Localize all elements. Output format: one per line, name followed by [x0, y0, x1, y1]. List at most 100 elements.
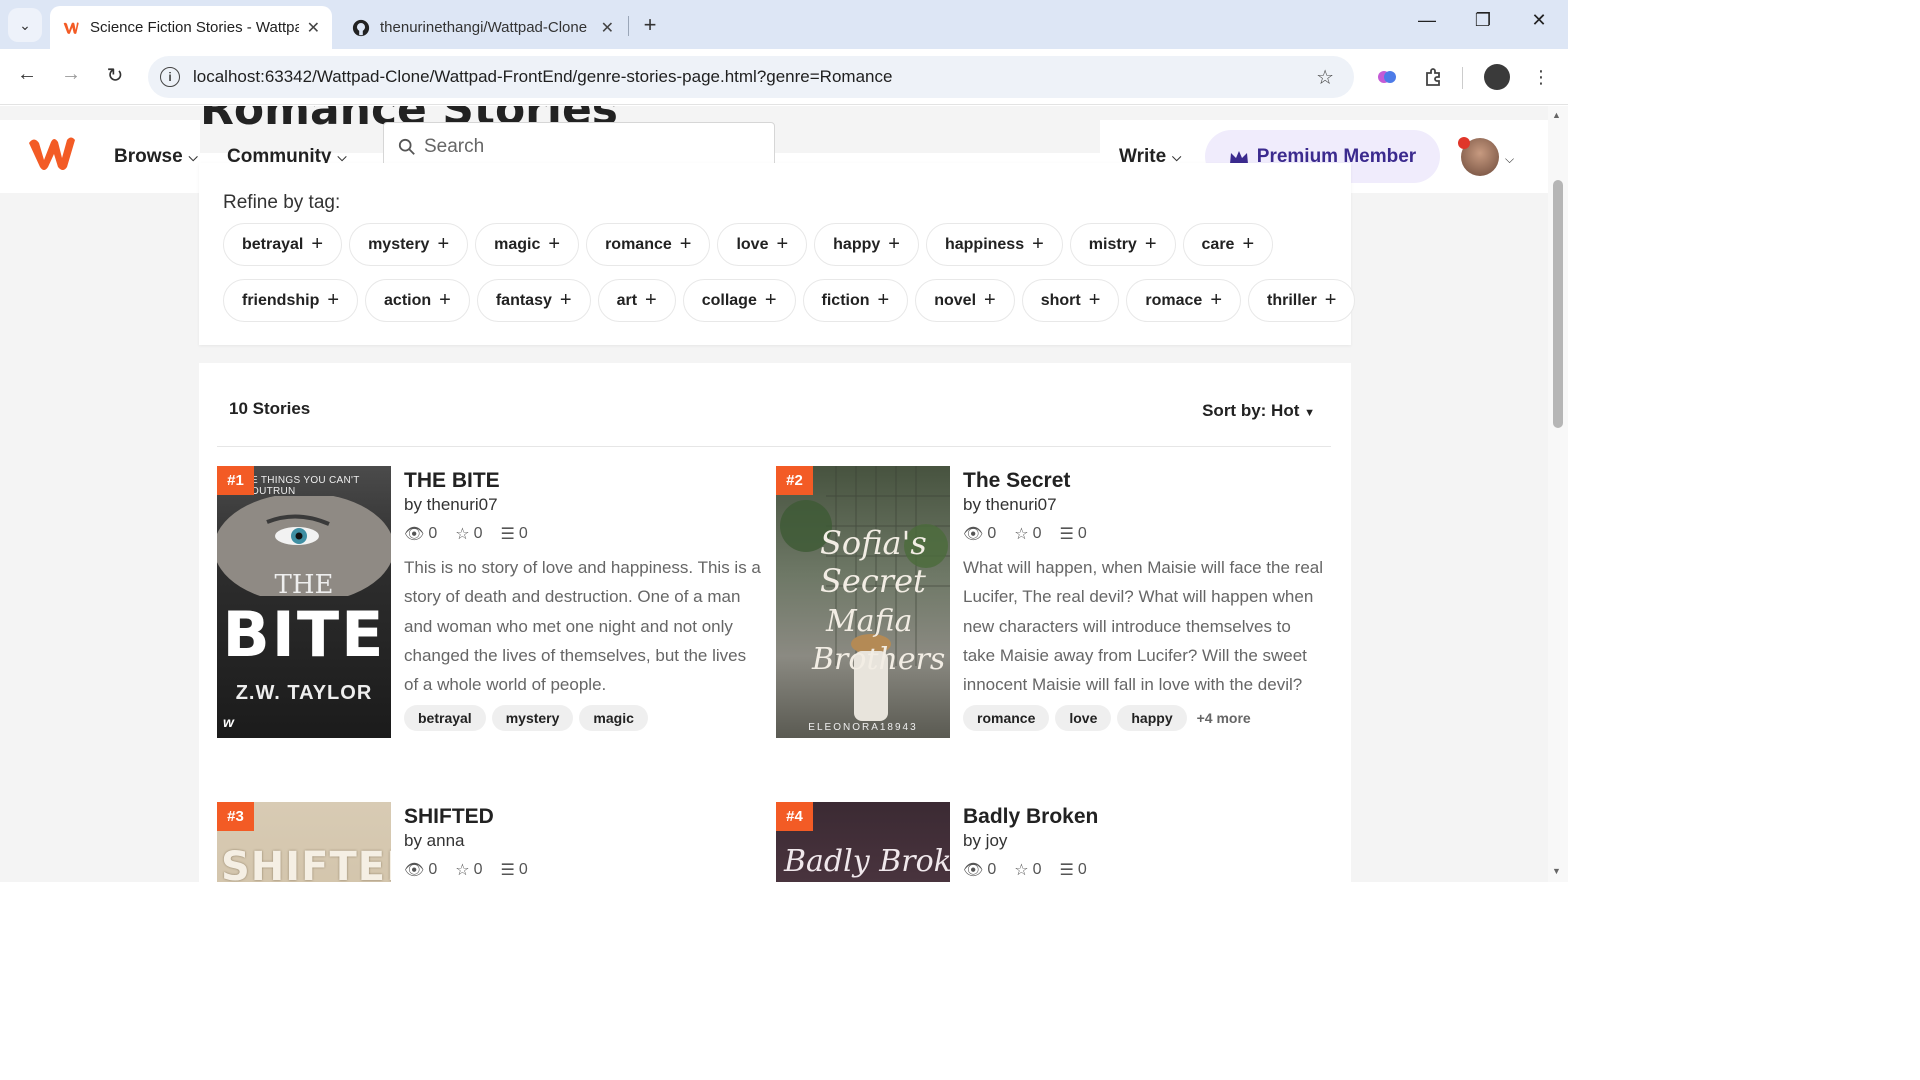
- story-tag[interactable]: magic: [579, 705, 648, 732]
- url-text: localhost:63342/Wattpad-Clone/Wattpad-Fr…: [193, 67, 893, 86]
- plus-icon: +: [439, 289, 451, 311]
- story-tag[interactable]: love: [1055, 705, 1112, 732]
- star-icon: ☆: [455, 862, 470, 879]
- minimize-icon[interactable]: —: [1412, 10, 1442, 31]
- story-cover[interactable]: #2 Sofia's Secret Mafia Brothers ELEONOR…: [776, 466, 950, 738]
- tag-chip[interactable]: happy +: [814, 223, 919, 266]
- back-icon[interactable]: ←: [13, 63, 41, 86]
- tag-chip[interactable]: novel +: [915, 279, 1015, 322]
- reload-icon[interactable]: ↻: [101, 63, 129, 88]
- bookmark-star-icon[interactable]: ☆: [1316, 65, 1334, 90]
- story-tag[interactable]: betrayal: [404, 705, 486, 732]
- story-author[interactable]: by thenuri07: [404, 495, 764, 515]
- story-author[interactable]: by joy: [963, 831, 1323, 851]
- views-count: 0: [428, 525, 438, 542]
- page-viewport: Romance Stories Browse ⌵ Community ⌵ Wri…: [0, 106, 1548, 882]
- story-stats: 👁 0 ☆ 0 ☰ 0: [404, 524, 764, 544]
- list-icon: ☰: [1059, 862, 1074, 879]
- plus-icon: +: [776, 233, 789, 255]
- address-bar[interactable]: i localhost:63342/Wattpad-Clone/Wattpad-…: [148, 56, 1354, 98]
- tag-chip[interactable]: care +: [1182, 223, 1274, 266]
- tag-chip[interactable]: betrayal +: [223, 223, 343, 266]
- chevron-down-icon[interactable]: ⌵: [1505, 152, 1514, 167]
- scroll-up-icon[interactable]: ▲: [1552, 110, 1561, 120]
- cover-text: Mafia: [826, 604, 913, 639]
- tag-chip[interactable]: happiness +: [925, 223, 1063, 266]
- story-cover[interactable]: #3 SHIFTED: [217, 802, 391, 882]
- tag-chip[interactable]: mistry +: [1069, 223, 1176, 266]
- tab-search-button[interactable]: ⌄: [8, 8, 42, 42]
- search-input[interactable]: [424, 136, 754, 158]
- story-tag[interactable]: mystery: [491, 705, 574, 732]
- cover-text: SHIFTED: [221, 844, 391, 882]
- rank-badge: #3: [217, 802, 254, 831]
- profile-avatar-icon[interactable]: [1484, 64, 1510, 90]
- tag-chip[interactable]: friendship +: [223, 279, 359, 322]
- refine-label: Refine by tag:: [223, 192, 341, 213]
- tag-chip[interactable]: action +: [365, 279, 470, 322]
- stories-panel: 10 Stories Sort by: Hot ▼ #1 E THINGS YO…: [199, 363, 1351, 882]
- tag-label: fiction: [821, 291, 870, 309]
- story-count: 10 Stories: [229, 399, 311, 418]
- close-icon[interactable]: ✕: [601, 18, 614, 38]
- cover-text: THE: [274, 570, 334, 600]
- wattpad-logo[interactable]: [28, 136, 76, 177]
- plus-icon: +: [984, 289, 996, 311]
- sort-dropdown[interactable]: Sort by: Hot ▼: [1202, 401, 1315, 421]
- tab-divider: [628, 16, 629, 36]
- page-scrollbar[interactable]: ▲ ▼: [1548, 106, 1568, 882]
- close-icon[interactable]: ✕: [307, 18, 320, 38]
- story-author[interactable]: by thenuri07: [963, 495, 1323, 515]
- story-stats: 👁 0 ☆ 0 ☰ 0: [404, 860, 764, 880]
- tag-chip[interactable]: short +: [1021, 279, 1120, 322]
- restore-icon[interactable]: ❐: [1468, 10, 1498, 31]
- plus-icon: +: [311, 233, 324, 255]
- tag-chip[interactable]: fiction +: [802, 279, 909, 322]
- tag-chip[interactable]: thriller +: [1248, 279, 1356, 322]
- story-tag[interactable]: romance: [963, 705, 1050, 732]
- tag-label: betrayal: [242, 235, 304, 253]
- tag-chip[interactable]: magic +: [475, 223, 580, 266]
- scroll-thumb[interactable]: [1553, 180, 1563, 428]
- story-author[interactable]: by anna: [404, 831, 764, 851]
- browse-menu[interactable]: Browse ⌵: [114, 146, 198, 168]
- tag-label: mistry: [1088, 235, 1137, 253]
- browser-toolbar: ← → ↻ i localhost:63342/Wattpad-Clone/Wa…: [0, 49, 1568, 105]
- more-tags-link[interactable]: +4 more: [1197, 710, 1251, 726]
- story-title[interactable]: The Secret: [963, 469, 1323, 493]
- extensions-puzzle-icon[interactable]: [1421, 65, 1445, 89]
- list-icon: ☰: [500, 862, 515, 879]
- more-menu-icon[interactable]: ⋮: [1529, 65, 1553, 89]
- tag-label: novel: [934, 291, 977, 309]
- browser-tab[interactable]: thenurinethangi/Wattpad-Clone ✕: [340, 6, 626, 49]
- tag-chip[interactable]: romance +: [586, 223, 711, 266]
- tag-chip[interactable]: romace +: [1126, 279, 1241, 322]
- new-tab-icon[interactable]: +: [638, 12, 662, 38]
- tag-chip[interactable]: love +: [717, 223, 808, 266]
- scroll-down-icon[interactable]: ▼: [1552, 866, 1561, 876]
- tag-label: happiness: [944, 235, 1025, 253]
- extension-brain-icon[interactable]: [1375, 65, 1399, 89]
- story-title[interactable]: SHIFTED: [404, 805, 764, 829]
- forward-icon[interactable]: →: [57, 63, 85, 86]
- notification-dot: [1458, 137, 1470, 149]
- story-tag[interactable]: happy: [1117, 705, 1187, 732]
- sort-label: Sort by: Hot: [1202, 401, 1300, 420]
- eye-icon: 👁: [963, 862, 984, 879]
- browser-tab-active[interactable]: Science Fiction Stories - Wattpa ✕: [50, 6, 332, 49]
- story-info: SHIFTED by anna 👁 0 ☆ 0 ☰ 0: [404, 802, 764, 880]
- tag-chip[interactable]: collage +: [682, 279, 796, 322]
- story-title[interactable]: THE BITE: [404, 469, 764, 493]
- close-window-icon[interactable]: ✕: [1524, 10, 1554, 31]
- story-cover[interactable]: #4 Badly Broken: [776, 802, 950, 882]
- tag-chip[interactable]: fantasy +: [476, 279, 591, 322]
- tag-chip[interactable]: art +: [597, 279, 676, 322]
- tag-label: magic: [494, 235, 541, 253]
- tag-chip[interactable]: mystery +: [349, 223, 469, 266]
- story-title[interactable]: Badly Broken: [963, 805, 1323, 829]
- story-cover[interactable]: #1 E THINGS YOU CAN'T OUTRUN THE BITE Z.…: [217, 466, 391, 738]
- site-info-icon[interactable]: i: [160, 67, 180, 87]
- chevron-down-icon: ⌄: [19, 16, 31, 33]
- tag-label: art: [616, 291, 638, 309]
- tag-label: romace: [1145, 291, 1203, 309]
